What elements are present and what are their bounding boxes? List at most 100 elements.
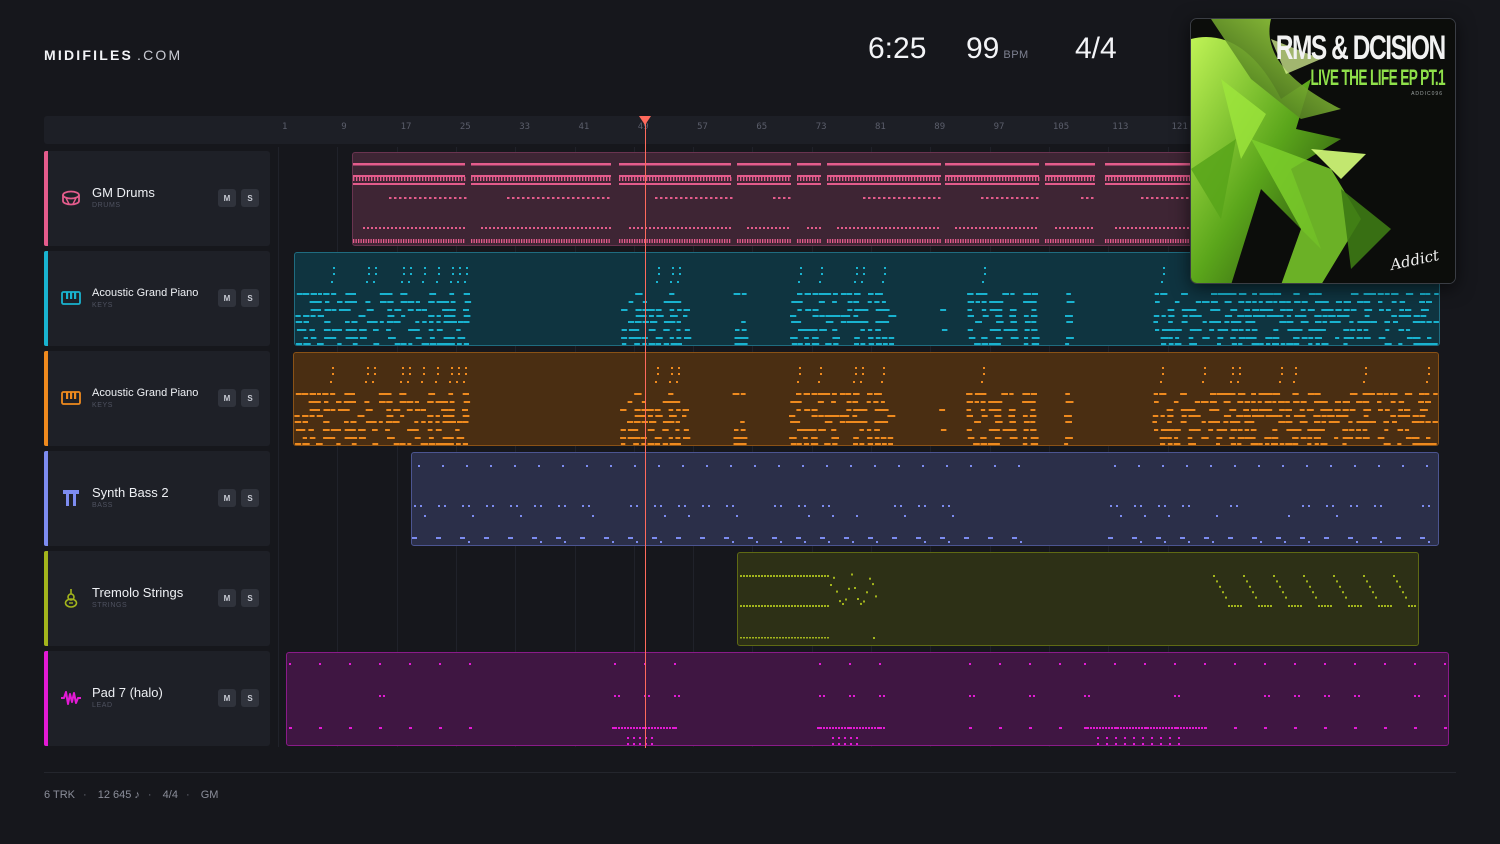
midi-note — [995, 239, 997, 243]
midi-note — [946, 465, 948, 467]
midi-note — [1238, 343, 1243, 345]
midi-note — [904, 239, 906, 243]
midi-note — [1115, 239, 1117, 243]
midi-note — [746, 575, 748, 577]
midi-note — [1364, 309, 1373, 311]
midi-note — [866, 177, 868, 181]
midi-note — [980, 443, 988, 445]
midi-note — [1105, 163, 1191, 166]
midi-note — [1170, 239, 1172, 243]
mute-button[interactable]: M — [218, 189, 236, 207]
track-header-piano-1[interactable]: Acoustic Grand Piano KEYS M S — [44, 251, 270, 346]
midi-clip-strings[interactable] — [737, 552, 1419, 646]
midi-note — [1360, 605, 1362, 607]
midi-note — [835, 727, 837, 729]
midi-note — [797, 343, 803, 345]
midi-note — [377, 177, 379, 181]
midi-note — [394, 309, 402, 311]
midi-note — [1356, 541, 1358, 543]
playhead[interactable] — [644, 122, 646, 748]
midi-note — [968, 337, 976, 339]
solo-button[interactable]: S — [241, 689, 259, 707]
midi-note — [330, 393, 336, 395]
midi-note — [846, 401, 852, 403]
midi-note — [1210, 393, 1217, 395]
track-header-piano-2[interactable]: Acoustic Grand Piano KEYS M S — [44, 351, 270, 446]
midi-note — [386, 329, 391, 331]
midi-note — [1030, 409, 1036, 411]
midi-note — [1037, 239, 1039, 243]
midi-note — [1404, 393, 1413, 395]
midi-note — [316, 393, 321, 395]
midi-note — [579, 177, 581, 181]
midi-note — [809, 177, 811, 181]
midi-note — [576, 239, 578, 243]
midi-clip-piano-2[interactable] — [293, 352, 1439, 446]
brand-logo[interactable]: MIDIFILES .COM — [44, 47, 182, 63]
midi-note — [428, 315, 435, 317]
midi-note — [481, 227, 483, 229]
midi-note — [1240, 605, 1242, 607]
midi-note — [422, 321, 427, 323]
solo-button[interactable]: S — [241, 589, 259, 607]
midi-note — [1117, 177, 1119, 181]
playhead-handle[interactable] — [639, 116, 652, 125]
midi-note — [624, 239, 626, 243]
midi-note — [508, 537, 513, 539]
midi-note — [820, 727, 822, 729]
midi-note — [561, 177, 563, 181]
mute-button[interactable]: M — [218, 689, 236, 707]
track-category: DRUMS — [92, 202, 121, 209]
solo-button[interactable]: S — [241, 189, 259, 207]
midi-note — [449, 293, 455, 295]
midi-note — [351, 321, 358, 323]
midi-note — [853, 443, 858, 445]
midi-note — [463, 227, 465, 229]
midi-note — [1140, 541, 1142, 543]
solo-button[interactable]: S — [241, 289, 259, 307]
midi-note — [540, 505, 542, 507]
midi-note — [517, 227, 519, 229]
midi-note — [839, 393, 845, 395]
midi-note — [1168, 321, 1173, 323]
midi-note — [746, 605, 748, 607]
track-header-strings[interactable]: Tremolo Strings STRINGS M S — [44, 551, 270, 646]
mute-button[interactable]: M — [218, 489, 236, 507]
midi-note — [853, 437, 859, 439]
mute-button[interactable]: M — [218, 289, 236, 307]
midi-note — [337, 409, 345, 411]
midi-note — [1266, 343, 1271, 345]
midi-note — [1320, 429, 1325, 431]
solo-button[interactable]: S — [241, 489, 259, 507]
midi-note — [1251, 409, 1259, 411]
midi-note — [736, 515, 738, 517]
midi-note — [435, 443, 444, 445]
solo-button[interactable]: S — [241, 389, 259, 407]
midi-note — [806, 575, 808, 577]
midi-note — [473, 239, 475, 243]
midi-note — [1276, 580, 1278, 583]
midi-note — [1208, 421, 1217, 423]
track-header-bass[interactable]: Synth Bass 2 BASS M S — [44, 451, 270, 546]
midi-clip-pad[interactable] — [286, 652, 1449, 746]
midi-note — [879, 695, 881, 697]
midi-clip-bass[interactable] — [411, 452, 1439, 546]
midi-note — [847, 727, 849, 729]
midi-note — [1320, 443, 1328, 445]
midi-note — [1150, 177, 1152, 181]
mute-button[interactable]: M — [218, 389, 236, 407]
midi-note — [749, 637, 751, 639]
mute-button[interactable]: M — [218, 589, 236, 607]
midi-note — [1063, 177, 1065, 181]
track-header-drums[interactable]: GM Drums DRUMS M S — [44, 151, 270, 246]
midi-note — [1023, 227, 1025, 229]
midi-note — [414, 197, 417, 199]
midi-note — [880, 401, 885, 403]
midi-note — [1281, 367, 1283, 369]
midi-note — [1419, 409, 1428, 411]
midi-note — [1334, 409, 1341, 411]
track-header-pad[interactable]: Pad 7 (halo) LEAD M S — [44, 651, 270, 746]
midi-note — [424, 267, 426, 269]
midi-note — [1343, 301, 1351, 303]
midi-note — [1174, 727, 1176, 729]
